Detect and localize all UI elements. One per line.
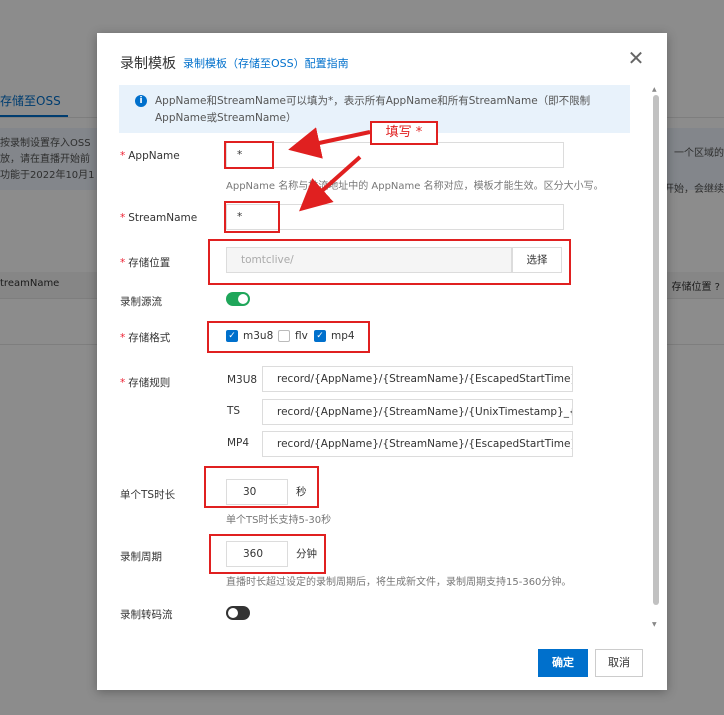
- annotation-callout: 填写 *: [370, 121, 438, 145]
- arrow-to-streamname: [299, 155, 362, 212]
- arrow-to-appname: [288, 127, 371, 159]
- annotation-arrows: [288, 127, 371, 212]
